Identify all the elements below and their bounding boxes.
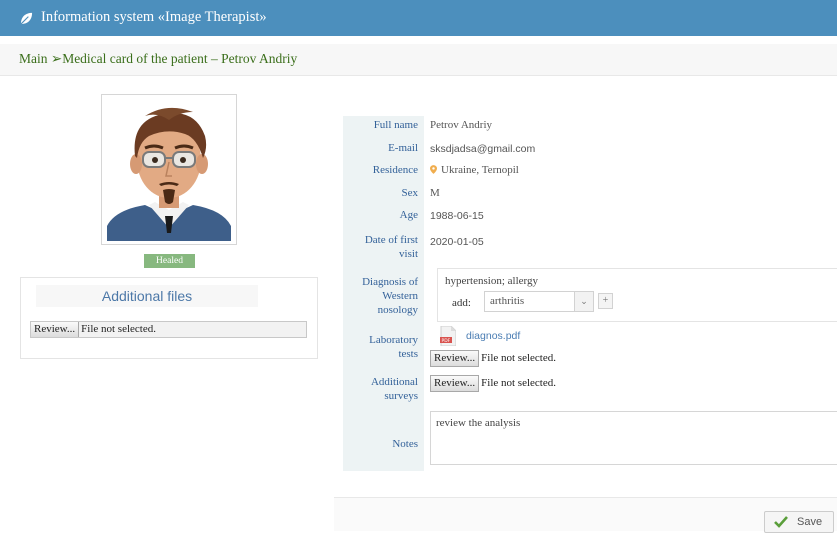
app-header: Information system «Image Therapist» <box>0 0 837 36</box>
notes-textarea[interactable]: review the analysis <box>430 411 837 465</box>
diagnosis-value: hypertension; allergy <box>445 275 538 287</box>
lab-tests-label: Laboratory tests <box>346 333 424 361</box>
app-title: Information system «Image Therapist» <box>41 9 267 25</box>
sex-label: Sex <box>401 187 419 199</box>
breadcrumb-separator-icon: ➢ <box>50 51 63 66</box>
add-diagnosis-button[interactable]: + <box>598 293 613 309</box>
lab-tests-label-line1: Laboratory <box>369 334 418 346</box>
sex-value: M <box>430 187 440 199</box>
chevron-down-icon[interactable]: ⌄ <box>574 292 593 311</box>
diagnosis-add-label: add: <box>452 297 471 309</box>
breadcrumb-home-link[interactable]: Main <box>19 51 48 66</box>
lab-tests-browse-button[interactable]: Review... <box>430 350 480 367</box>
first-visit-value: 2020-01-05 <box>430 236 484 248</box>
lab-tests-label-line2: tests <box>398 348 418 360</box>
full-name-label: Full name <box>373 119 418 131</box>
lab-tests-file-status: File not selected. <box>481 352 556 364</box>
breadcrumb-current: Medical card of the patient – Petrov And… <box>62 51 298 66</box>
surveys-label-line1: Additional <box>370 376 418 388</box>
breadcrumb: Main ➢Medical card of the patient – Petr… <box>0 44 837 76</box>
diagnosis-label-line2: Western <box>382 290 418 302</box>
check-icon <box>774 516 788 528</box>
svg-text:PDF: PDF <box>442 338 451 344</box>
additional-files-input[interactable]: Review... File not selected. <box>30 321 307 338</box>
additional-files-browse-button[interactable]: Review... <box>31 322 80 337</box>
lab-tests-file-link[interactable]: diagnos.pdf <box>466 330 520 342</box>
patient-avatar <box>105 98 233 241</box>
age-label: Age <box>399 209 418 221</box>
first-visit-label-line2: visit <box>399 248 418 260</box>
residence-value: Ukraine, Ternopil <box>430 163 519 177</box>
lab-tests-file-input[interactable]: Review... File not selected. <box>430 350 560 367</box>
first-visit-label: Date of first visit <box>346 233 424 261</box>
diagnosis-label: Diagnosis of Western nosology <box>346 275 424 317</box>
residence-label: Residence <box>372 164 418 176</box>
patient-photo <box>101 94 237 245</box>
age-value: 1988-06-15 <box>430 210 484 222</box>
residence-text: Ukraine, Ternopil <box>441 164 519 176</box>
map-marker-icon <box>430 165 437 174</box>
first-visit-label-line1: Date of first <box>364 234 418 246</box>
surveys-label: Additional surveys <box>346 375 424 403</box>
save-button-label: Save <box>797 516 823 528</box>
leaf-icon <box>20 12 33 25</box>
surveys-browse-button[interactable]: Review... <box>430 375 480 392</box>
surveys-file-input[interactable]: Review... File not selected. <box>430 375 560 392</box>
additional-files-status: File not selected. <box>81 323 156 335</box>
pdf-file-icon[interactable]: PDF <box>440 326 456 346</box>
full-name-value: Petrov Andriy <box>430 119 493 131</box>
diagnosis-label-line1: Diagnosis of <box>362 276 418 288</box>
form-footer <box>334 497 837 531</box>
additional-files-heading: Additional files <box>36 285 258 307</box>
email-label: E-mail <box>388 142 418 154</box>
surveys-file-status: File not selected. <box>481 377 556 389</box>
diagnosis-select[interactable]: arthritis ⌄ <box>484 291 594 312</box>
notes-label: Notes <box>392 438 418 450</box>
status-badge: Healed <box>144 254 195 268</box>
diagnosis-label-line3: nosology <box>377 304 418 316</box>
email-value: sksdjadsa@gmail.com <box>430 143 536 155</box>
surveys-label-line2: surveys <box>384 390 418 402</box>
diagnosis-select-value: arthritis <box>490 295 525 307</box>
